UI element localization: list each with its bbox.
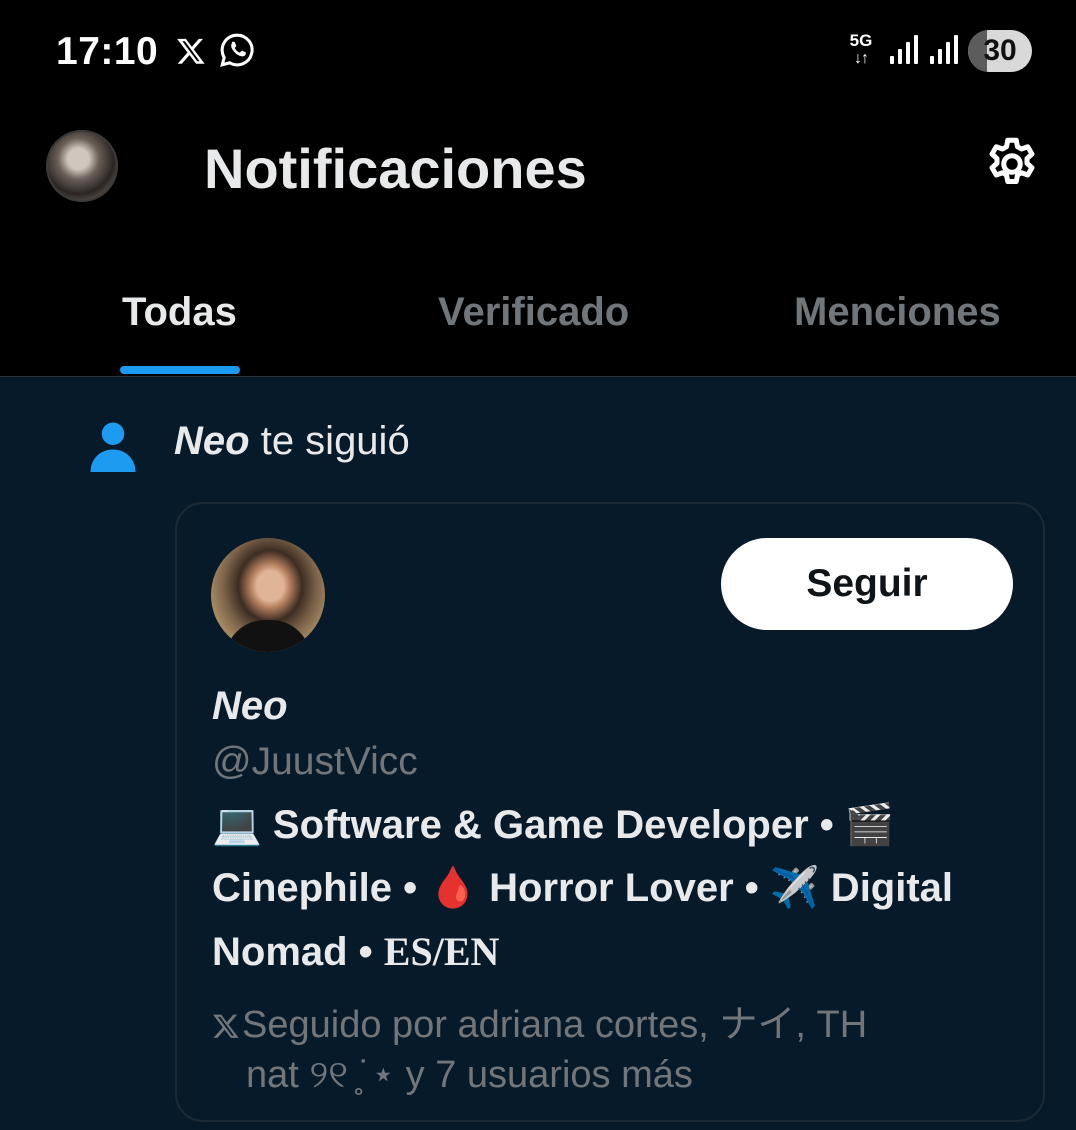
user-avatar[interactable] bbox=[211, 538, 325, 652]
notification-list: Neo te siguió Seguir Neo @JuustVicc 💻 So… bbox=[0, 377, 1076, 1130]
signal-icon bbox=[890, 35, 918, 64]
whatsapp-icon bbox=[220, 33, 254, 67]
user-bio: 💻 Software & Game Developer • 🎬 Cinephil… bbox=[212, 794, 1012, 984]
followed-by-text: Seguido por adriana cortes, ナイ, TH nat ୨… bbox=[212, 1000, 1012, 1100]
battery-icon: 30 bbox=[968, 30, 1032, 72]
profile-avatar[interactable] bbox=[46, 130, 118, 202]
person-icon bbox=[90, 422, 136, 472]
network-label: 5G bbox=[849, 31, 873, 50]
follow-notification-text[interactable]: Neo te siguió bbox=[174, 419, 410, 464]
user-card[interactable]: Seguir Neo @JuustVicc 💻 Software & Game … bbox=[175, 502, 1045, 1122]
user-display-name[interactable]: Neo bbox=[212, 684, 288, 729]
avatar-shirt bbox=[225, 620, 311, 652]
status-bar: 17:10 5G ↓↑ 30 bbox=[0, 0, 1076, 104]
notification-tabs: Todas Verificado Menciones bbox=[0, 234, 1076, 377]
followed-by-line2: nat ୨୧ ̥˙⋆ y 7 usuarios más bbox=[246, 1054, 693, 1096]
app-header: Notificaciones bbox=[0, 104, 1076, 234]
tab-verificado[interactable]: Verificado bbox=[438, 290, 629, 335]
network-indicator: 5G ↓↑ bbox=[846, 32, 876, 72]
x-logo-icon bbox=[177, 38, 205, 64]
bio-languages: ES/EN bbox=[383, 929, 500, 974]
page-title: Notificaciones bbox=[204, 137, 587, 200]
tab-menciones[interactable]: Menciones bbox=[794, 290, 1001, 335]
user-handle[interactable]: @JuustVicc bbox=[212, 740, 418, 784]
data-arrows-icon: ↓↑ bbox=[854, 50, 869, 67]
active-tab-indicator bbox=[120, 366, 240, 374]
tab-todas[interactable]: Todas bbox=[122, 290, 237, 335]
status-time: 17:10 bbox=[56, 30, 159, 73]
gear-icon[interactable] bbox=[982, 134, 1042, 194]
notification-actor[interactable]: Neo bbox=[174, 419, 250, 463]
notification-action: te siguió bbox=[260, 419, 410, 463]
battery-percent: 30 bbox=[983, 34, 1017, 67]
x-logo-icon bbox=[213, 1014, 239, 1038]
bio-text: 💻 Software & Game Developer • 🎬 Cinephil… bbox=[212, 803, 954, 974]
follow-button[interactable]: Seguir bbox=[721, 538, 1013, 630]
followed-by-line1: Seguido por adriana cortes, ナイ, TH bbox=[242, 1004, 868, 1046]
signal-icon bbox=[930, 35, 958, 64]
